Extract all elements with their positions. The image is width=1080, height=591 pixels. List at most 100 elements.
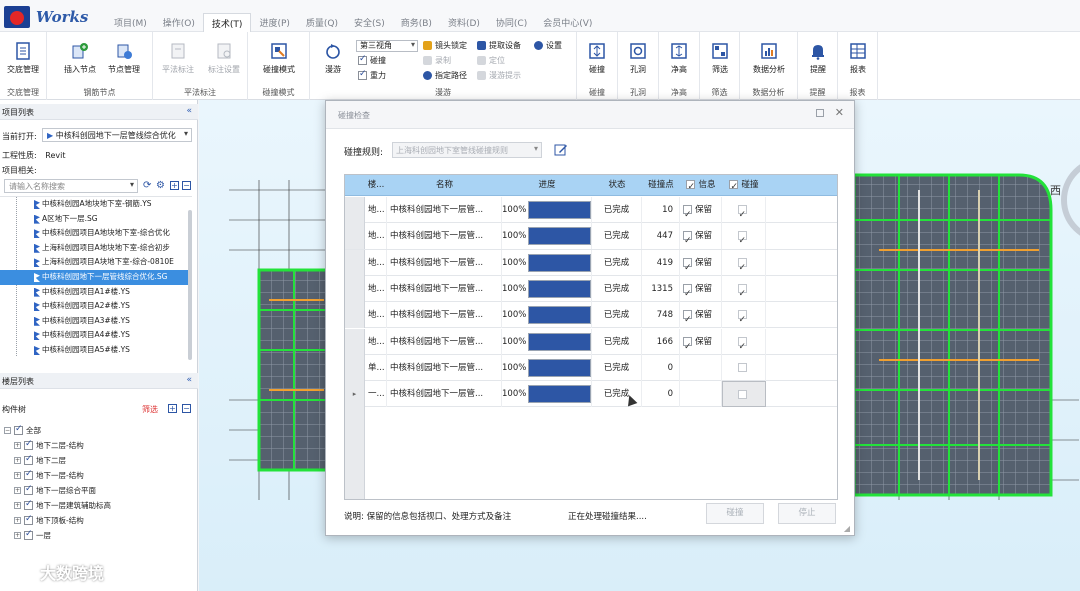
view-mode-select[interactable]: 第三视角	[356, 40, 418, 52]
collide-checkbox[interactable]	[738, 390, 747, 400]
tree-item[interactable]: + 地下一层综合平面	[14, 483, 96, 498]
table-row[interactable]: 地...中核科创园地下一层管...100% 已完成166 保留	[345, 328, 837, 355]
row-selector[interactable]	[345, 249, 365, 276]
cell-collide[interactable]	[722, 249, 766, 276]
resize-grip-icon[interactable]: ◢	[844, 524, 850, 533]
tree-checkbox[interactable]	[24, 514, 33, 525]
project-item[interactable]: 中核科创园项目A5#楼.YS	[0, 343, 192, 356]
tree-checkbox[interactable]	[14, 424, 23, 435]
menu-business[interactable]: 商务(B)	[393, 13, 440, 32]
info-checkbox[interactable]	[683, 334, 692, 355]
cell-info[interactable]: 保留	[680, 302, 722, 329]
tree-checkbox[interactable]	[24, 454, 33, 465]
extract-device-button[interactable]: 提取设备	[477, 40, 521, 51]
maximize-icon[interactable]	[816, 109, 824, 117]
table-row[interactable]: 地...中核科创园地下一层管...100% 已完成1315 保留	[345, 275, 837, 303]
tree-checkbox[interactable]	[24, 499, 33, 510]
edit-icon[interactable]	[554, 143, 568, 157]
project-search-input[interactable]: 请输入名称搜索	[4, 179, 138, 193]
info-checkbox[interactable]	[683, 281, 692, 302]
col-name[interactable]: 名称	[387, 175, 502, 196]
tree-checkbox[interactable]	[24, 469, 33, 480]
plan-annotate-button[interactable]: 平法标注	[155, 42, 201, 75]
collapse-all-icon[interactable]: −	[182, 181, 191, 190]
gravity-checkbox-row[interactable]: 重力	[358, 69, 386, 81]
menu-operation[interactable]: 操作(O)	[155, 13, 203, 32]
col-info[interactable]: 信息	[680, 175, 722, 198]
project-item[interactable]: 中核科创园项目A地块地下室-综合优化	[0, 226, 192, 241]
project-item[interactable]: 上海科创园项目A地块地下室-综合初步	[0, 241, 192, 256]
info-header-checkbox[interactable]	[686, 177, 696, 198]
tree-toggle-icon[interactable]: +	[14, 441, 21, 449]
walk-settings-button[interactable]: 设置	[534, 40, 562, 51]
cell-collide[interactable]	[722, 197, 766, 223]
tree-item-all[interactable]: − 全部	[4, 423, 41, 438]
menu-technology[interactable]: 技术(T)	[202, 13, 252, 32]
node-mgmt-button[interactable]: 节点管理	[101, 42, 147, 75]
tree-toggle-icon[interactable]: +	[14, 516, 21, 524]
tree-checkbox[interactable]	[24, 439, 33, 450]
collapse-all-icon[interactable]: −	[182, 404, 191, 413]
collide-checkbox[interactable]	[737, 334, 747, 355]
opening-button[interactable]: 孔洞	[615, 42, 661, 75]
col-collide[interactable]: 碰撞	[722, 175, 766, 198]
collision-checkbox[interactable]	[358, 54, 367, 65]
row-selector[interactable]	[345, 197, 365, 223]
data-analysis-button[interactable]: 数据分析	[746, 42, 792, 75]
tree-item[interactable]: + 地下二层-结构	[14, 438, 84, 453]
tree-item[interactable]: + 一层	[14, 528, 51, 543]
tree-item[interactable]: + 地下二层	[14, 453, 66, 468]
cell-info[interactable]: 保留	[680, 249, 722, 276]
tree-toggle-icon[interactable]: −	[4, 426, 11, 434]
current-open-select[interactable]: ▶ 中核科创园地下一层管线综合优化	[42, 128, 192, 142]
project-item[interactable]: 上海科创园项目A块地下室-综合-0810E	[0, 255, 192, 270]
tree-checkbox[interactable]	[24, 529, 33, 540]
expand-all-icon[interactable]: +	[170, 181, 179, 190]
menu-project[interactable]: 项目(M)	[106, 13, 155, 32]
project-item-selected[interactable]: 中核科创园地下一层管线综合优化.SG	[0, 269, 192, 285]
cell-info[interactable]	[680, 381, 722, 408]
collide-checkbox[interactable]	[737, 202, 747, 223]
table-row[interactable]: ▸ 一... 中核科创园地下一层管... 100% 已完成 0	[345, 381, 837, 408]
tree-item[interactable]: + 地下一层-结构	[14, 468, 84, 483]
row-selector[interactable]	[345, 223, 365, 250]
collide-checkbox[interactable]	[737, 307, 747, 328]
row-selector[interactable]	[345, 354, 365, 381]
tree-item[interactable]: + 地下顶板-结构	[14, 513, 84, 528]
col-floor[interactable]: 楼...	[365, 175, 387, 196]
clearance-button[interactable]: 净高	[656, 42, 702, 75]
col-points[interactable]: 碰撞点	[642, 175, 680, 196]
info-checkbox[interactable]	[683, 307, 692, 328]
project-item[interactable]: A区地下一层.SG	[0, 212, 192, 227]
table-row[interactable]: 地...中核科创园地下一层管...100% 已完成10 保留	[345, 197, 837, 224]
menu-quality[interactable]: 质量(Q)	[298, 13, 346, 32]
collision-button[interactable]: 碰撞	[574, 42, 620, 75]
insert-node-button[interactable]: 插入节点	[57, 42, 103, 75]
stop-button[interactable]: 停止	[778, 503, 836, 524]
gear-icon[interactable]: ⚙	[156, 180, 165, 191]
col-status[interactable]: 状态	[592, 175, 642, 196]
tree-toggle-icon[interactable]: +	[14, 471, 21, 479]
collide-checkbox[interactable]	[737, 281, 747, 302]
filter-button[interactable]: 筛选	[697, 42, 743, 75]
cell-collide[interactable]	[722, 223, 766, 250]
cell-info[interactable]: 保留	[680, 223, 722, 250]
annotate-settings-button[interactable]: 标注设置	[201, 42, 247, 75]
record-button[interactable]: 录制	[423, 55, 451, 66]
cell-collide[interactable]	[722, 328, 766, 355]
tree-checkbox[interactable]	[24, 484, 33, 495]
expand-all-icon[interactable]: +	[168, 404, 177, 413]
project-list-scrollbar[interactable]	[188, 210, 192, 360]
disclosure-mgmt-button[interactable]: 交底管理	[0, 42, 46, 75]
menu-collaboration[interactable]: 协同(C)	[488, 13, 535, 32]
project-item[interactable]: 中核科创园项目A2#楼.YS	[0, 299, 192, 314]
cell-info[interactable]	[680, 354, 722, 381]
collide-button[interactable]: 碰撞	[706, 503, 764, 524]
collision-mode-button[interactable]: 碰撞模式	[256, 42, 302, 75]
collide-header-checkbox[interactable]	[729, 177, 739, 198]
row-selector[interactable]	[345, 275, 365, 302]
gravity-checkbox[interactable]	[358, 69, 367, 80]
row-selector[interactable]	[345, 302, 365, 329]
cell-collide[interactable]	[722, 275, 766, 302]
set-path-button[interactable]: 指定路径	[423, 70, 467, 81]
